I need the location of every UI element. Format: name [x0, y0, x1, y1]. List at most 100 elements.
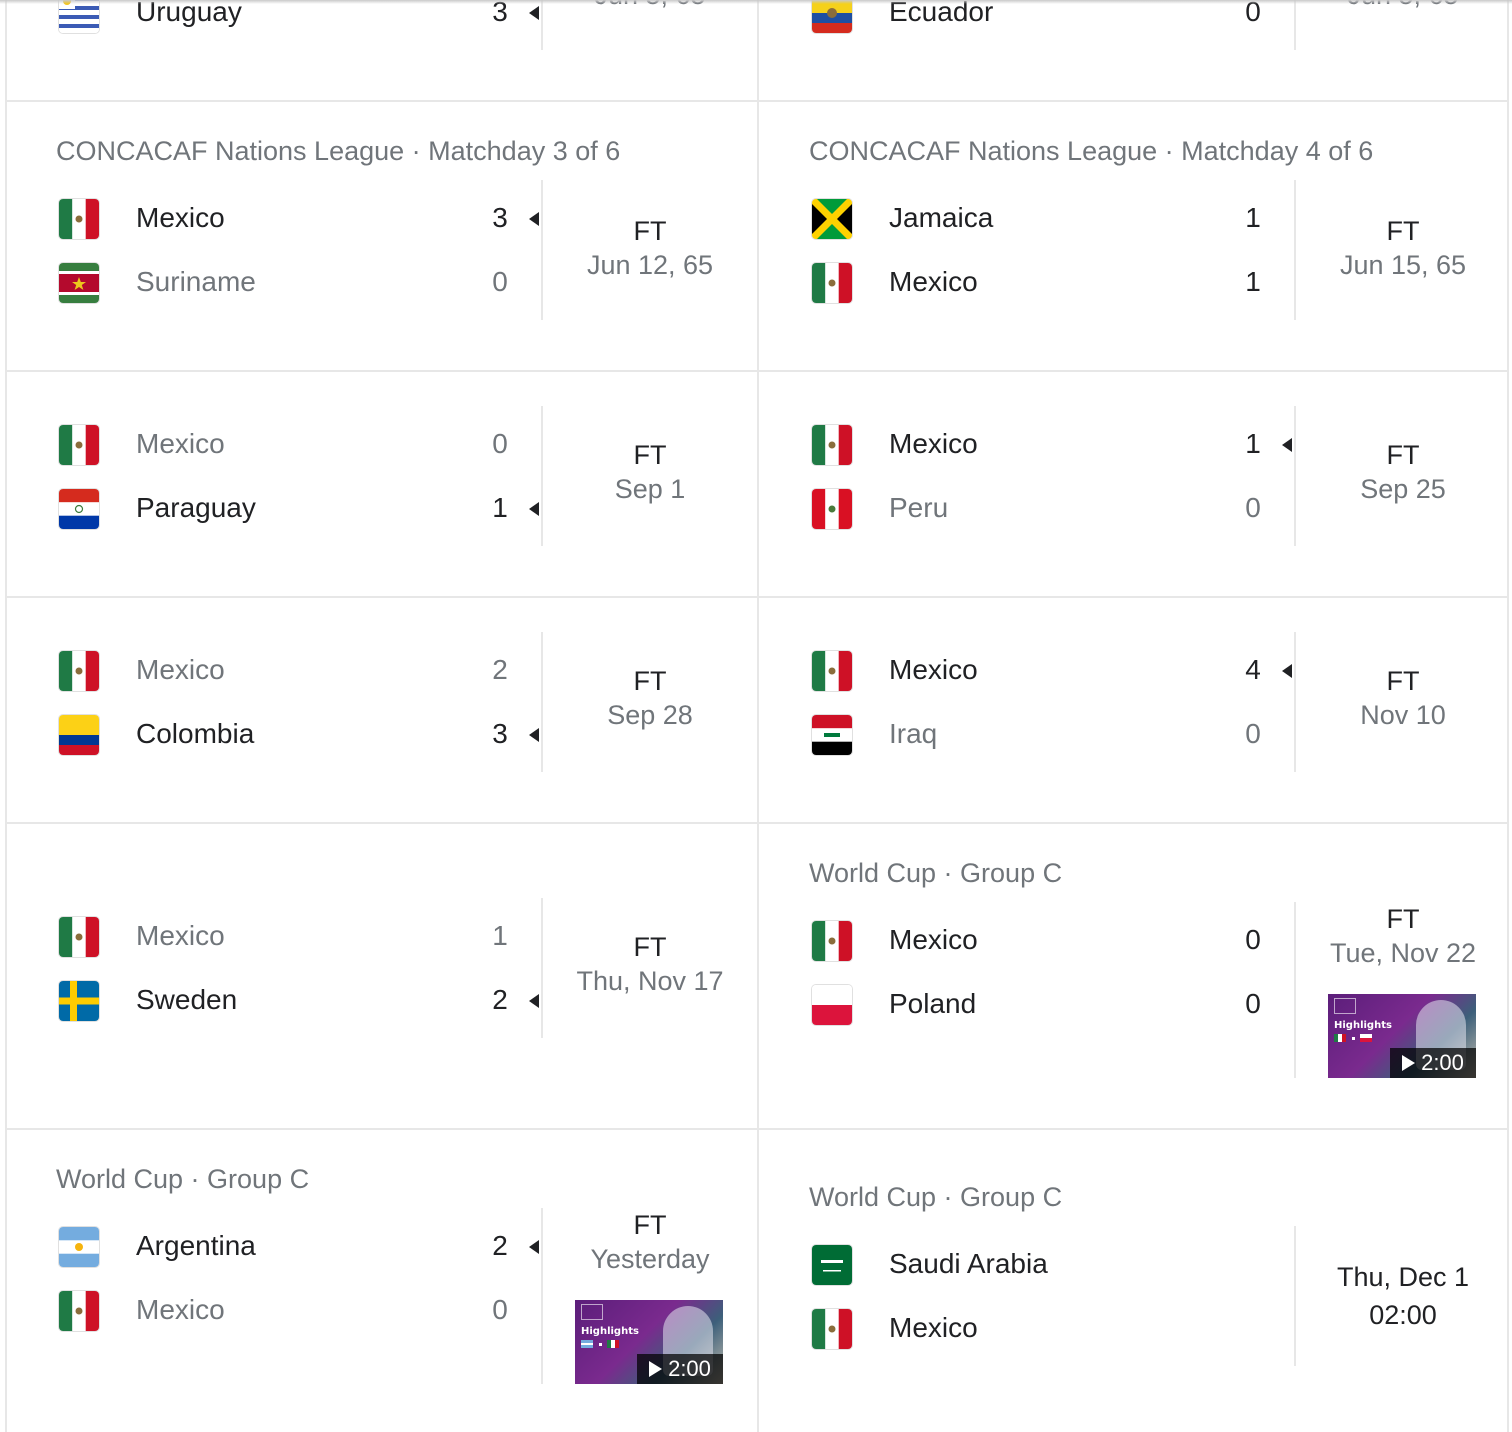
team-name: Mexico: [136, 202, 225, 233]
team-score: 0: [1245, 718, 1261, 749]
match-card[interactable]: CONCACAF Nations League · Matchday 4 of …: [758, 102, 1510, 370]
mexico-flag-icon: [812, 921, 852, 961]
match-date: Thu, Nov 17: [576, 966, 724, 996]
ecuador-flag-icon: [812, 0, 852, 33]
league-label: World Cup · Group C: [56, 1164, 310, 1194]
team-score: 0: [492, 428, 508, 459]
world-cup-logo-icon: [1334, 998, 1356, 1014]
full-time-label: FT: [633, 666, 667, 696]
team-score: 0: [492, 266, 508, 297]
league-label: World Cup · Group C: [809, 858, 1063, 888]
match-status: Thu, Dec 1 02:00: [1296, 1258, 1510, 1334]
match-date: Yesterday: [590, 1244, 710, 1274]
winner-arrow-icon: [529, 502, 539, 516]
match-card[interactable]: Mexico 1 Sweden 2 FT Thu, Nov 17: [5, 824, 757, 1128]
winner-arrow-icon: [529, 1240, 539, 1254]
uruguay-flag-icon: [59, 0, 99, 33]
team-score: 1: [1245, 428, 1261, 459]
match-status: FT Tue, Nov 22: [1296, 902, 1510, 970]
match-card-partial-left[interactable]: Uruguay 3 Jun 5, 65: [5, 0, 757, 100]
team-score: 1: [492, 492, 508, 523]
match-card[interactable]: Mexico 0 Paraguay 1 FT Sep 1: [5, 372, 757, 596]
jamaica-flag-icon: [812, 199, 852, 239]
match-date: Jun 12, 65: [586, 250, 714, 280]
match-status: FT Thu, Nov 17: [543, 930, 757, 998]
winner-arrow-icon: [529, 6, 539, 20]
team-name: Mexico: [136, 654, 225, 685]
team-score: 3: [492, 718, 508, 749]
winner-arrow-icon: [529, 212, 539, 226]
team-name: Uruguay: [136, 0, 242, 27]
match-date: Tue, Nov 22: [1329, 938, 1477, 968]
team-name: Mexico: [889, 1312, 978, 1343]
match-card[interactable]: World Cup · Group C Saudi Arabia Mexico …: [758, 1130, 1510, 1432]
match-date: Thu, Dec 1: [1336, 1262, 1470, 1292]
match-status: FT Sep 1: [543, 438, 757, 506]
team-score: 0: [492, 1294, 508, 1325]
team-score: 4: [1245, 654, 1261, 685]
match-status: FT Jun 12, 65: [543, 214, 757, 282]
team-score: 1: [1245, 266, 1261, 297]
team-name: Mexico: [136, 1294, 225, 1325]
match-card[interactable]: CONCACAF Nations League · Matchday 3 of …: [5, 102, 757, 370]
team-name: Ecuador: [889, 0, 994, 27]
highlights-label: Highlights: [1334, 1020, 1392, 1031]
match-card-partial-right[interactable]: Ecuador 0 Jun 5, 65: [758, 0, 1510, 100]
video-duration: 2:00: [1390, 1048, 1476, 1078]
match-card[interactable]: Mexico 1 Peru 0 FT Sep 25: [758, 372, 1510, 596]
highlights-video-thumbnail[interactable]: Highlights 2:00: [1328, 994, 1476, 1078]
team-score: 1: [1245, 202, 1261, 233]
match-card[interactable]: Mexico 2 Colombia 3 FT Sep 28: [5, 598, 757, 822]
winner-arrow-icon: [529, 994, 539, 1008]
team-score: 0: [1245, 0, 1261, 27]
league-label: CONCACAF Nations League · Matchday 3 of …: [56, 136, 621, 166]
team-name: Mexico: [136, 428, 225, 459]
team-name: Mexico: [889, 428, 978, 459]
team-name: Argentina: [136, 1230, 256, 1261]
highlights-video-thumbnail[interactable]: Highlights 2:00: [575, 1300, 723, 1384]
team-score: 2: [492, 1230, 508, 1261]
league-label: CONCACAF Nations League · Matchday 4 of …: [809, 136, 1374, 166]
colombia-flag-icon: [59, 715, 99, 755]
play-icon: [649, 1361, 663, 1377]
mexico-flag-icon: [59, 1291, 99, 1331]
video-duration: 2:00: [637, 1354, 723, 1384]
poland-flag-icon: [812, 985, 852, 1025]
winner-arrow-icon: [529, 728, 539, 742]
mexico-flag-icon: [59, 651, 99, 691]
duration-text: 2:00: [1421, 1050, 1464, 1075]
team-name: Paraguay: [136, 492, 256, 523]
team-name: Mexico: [889, 266, 978, 297]
mini-flags-icon: [1334, 1034, 1372, 1042]
suriname-flag-icon: [59, 263, 99, 303]
top-scroll-shadow: [0, 0, 1512, 4]
team-name: Saudi Arabia: [889, 1248, 1048, 1279]
saudi-arabia-flag-icon: [812, 1245, 852, 1285]
match-card[interactable]: World Cup · Group C Argentina 2 Mexico 0…: [5, 1130, 757, 1432]
mexico-flag-icon: [59, 425, 99, 465]
highlights-label: Highlights: [581, 1326, 639, 1337]
mini-flags-icon: [581, 1340, 619, 1348]
full-time-label: FT: [1386, 666, 1420, 696]
full-time-label: FT: [1386, 904, 1420, 934]
full-time-label: FT: [1386, 440, 1420, 470]
team-name: Sweden: [136, 984, 238, 1015]
team-score: 3: [492, 202, 508, 233]
team-name: Suriname: [136, 266, 256, 297]
duration-text: 2:00: [668, 1356, 711, 1381]
match-card[interactable]: Mexico 4 Iraq 0 FT Nov 10: [758, 598, 1510, 822]
argentina-flag-icon: [59, 1227, 99, 1267]
winner-arrow-icon: [1282, 438, 1292, 452]
peru-flag-icon: [812, 489, 852, 529]
team-name: Peru: [889, 492, 949, 523]
match-status: FT Sep 28: [543, 664, 757, 732]
match-date: Nov 10: [1360, 700, 1446, 730]
winner-arrow-icon: [1282, 664, 1292, 678]
mexico-flag-icon: [812, 263, 852, 303]
team-score: 2: [492, 984, 508, 1015]
team-score: 0: [1245, 492, 1261, 523]
team-name: Mexico: [136, 920, 225, 951]
match-card[interactable]: World Cup · Group C Mexico 0 Poland 0 FT…: [758, 824, 1510, 1128]
full-time-label: FT: [633, 932, 667, 962]
team-name: Iraq: [889, 718, 938, 749]
